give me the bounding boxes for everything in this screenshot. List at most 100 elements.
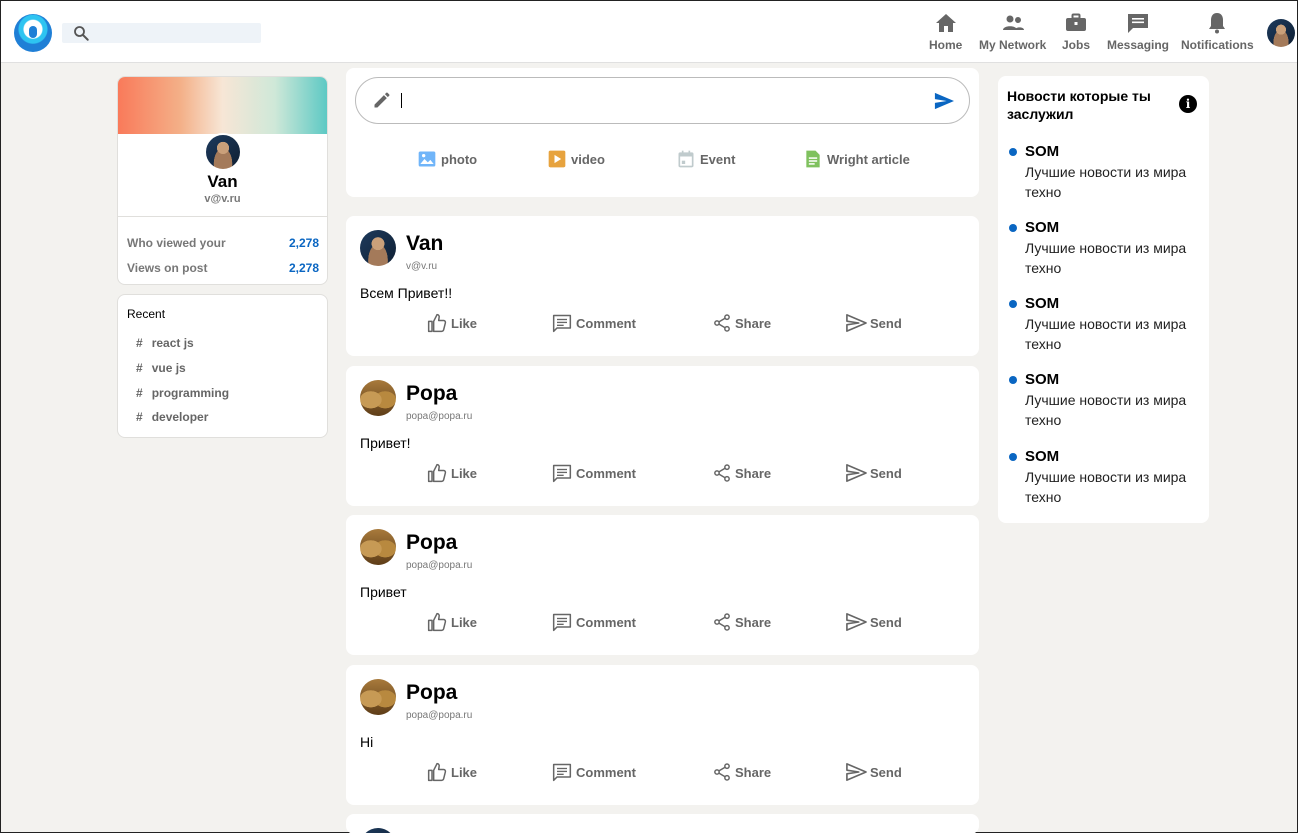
send-button[interactable]: Send — [845, 313, 902, 333]
nav-jobs[interactable]: Jobs — [1062, 11, 1090, 55]
send-icon — [846, 464, 867, 482]
comment-icon — [552, 464, 572, 483]
news-item-subtitle: Лучшие новости из мира техно — [1025, 469, 1187, 505]
nav-notifications-label: Notifications — [1181, 38, 1254, 52]
share-button[interactable]: Share — [712, 463, 771, 483]
stat-views-on-post[interactable]: Views on post 2,278 — [127, 261, 319, 275]
stat-value: 2,278 — [288, 236, 319, 250]
hash-icon: # — [136, 410, 143, 424]
recent-card: Recent # react js # vue js # programming # d… — [117, 294, 328, 438]
me-avatar[interactable] — [1267, 19, 1295, 47]
post-avatar[interactable] — [360, 828, 396, 833]
post-author-email: popa@popa.ru — [406, 560, 473, 571]
send-label: Send — [870, 465, 902, 481]
stat-who-viewed[interactable]: Who viewed your 2,278 — [127, 236, 319, 250]
like-label: Like — [451, 315, 478, 331]
post-avatar[interactable] — [360, 380, 396, 416]
post-text: Привет! — [360, 435, 411, 451]
comment-button[interactable]: Comment — [551, 313, 636, 333]
send-button[interactable]: Send — [845, 463, 902, 483]
write-article-label: Wright article — [827, 151, 910, 167]
comment-label: Comment — [576, 465, 636, 481]
post-card: Popa popa@popa.ru Привет! Like Comment S… — [346, 366, 979, 506]
send-label: Send — [870, 315, 902, 331]
recent-item[interactable]: # react js — [136, 336, 194, 350]
share-button[interactable]: Share — [712, 612, 771, 632]
profile-divider — [118, 216, 327, 217]
recent-item-label: developer — [151, 410, 209, 424]
add-video-button[interactable]: video — [547, 149, 605, 169]
text-caret — [401, 93, 402, 108]
comment-icon — [552, 613, 572, 632]
write-article-button[interactable]: Wright article — [803, 149, 910, 169]
nav-my-network[interactable]: My Network — [979, 11, 1046, 55]
profile-email: v@v.ru — [204, 193, 241, 205]
nav-jobs-label: Jobs — [1062, 38, 1091, 52]
add-event-button[interactable]: Event — [676, 149, 735, 169]
add-event-label: Event — [700, 151, 736, 167]
comment-button[interactable]: Comment — [551, 612, 636, 632]
post-card: Van v@v.ru Всем Привет!! Like Comment Sh… — [346, 216, 979, 356]
share-label: Share — [735, 315, 772, 331]
nav-home[interactable]: Home — [929, 11, 962, 55]
send-button[interactable]: Send — [845, 612, 902, 632]
recent-item[interactable]: # vue js — [136, 361, 186, 375]
info-icon[interactable]: i — [1179, 95, 1197, 113]
home-icon — [935, 14, 956, 32]
send-icon[interactable] — [933, 91, 955, 111]
post-composer: photo video Event Wright article — [346, 68, 979, 197]
send-button[interactable]: Send — [845, 762, 902, 782]
recent-item[interactable]: # developer — [136, 410, 208, 424]
like-button[interactable]: Like — [426, 762, 477, 782]
like-label: Like — [451, 465, 478, 481]
post-author-name[interactable]: Popa — [406, 681, 457, 705]
like-button[interactable]: Like — [426, 612, 477, 632]
like-button[interactable]: Like — [426, 313, 477, 333]
news-item-headline: SOM — [1025, 143, 1060, 160]
recent-item[interactable]: # programming — [136, 386, 229, 400]
stat-label: Who viewed your — [127, 236, 226, 250]
comment-button[interactable]: Comment — [551, 463, 636, 483]
profile-avatar[interactable] — [204, 133, 242, 171]
message-icon — [1128, 14, 1148, 33]
post-text: Hi — [360, 734, 374, 750]
share-button[interactable]: Share — [712, 762, 771, 782]
bullet-icon — [1009, 376, 1017, 384]
hash-icon: # — [136, 386, 143, 400]
calendar-icon — [678, 150, 694, 168]
app-logo[interactable] — [14, 14, 52, 52]
post-avatar[interactable] — [360, 230, 396, 266]
share-label: Share — [735, 614, 772, 630]
share-label: Share — [735, 764, 772, 780]
search-input[interactable] — [62, 23, 261, 43]
post-author-name[interactable]: Popa — [406, 382, 457, 406]
add-photo-button[interactable]: photo — [417, 149, 477, 169]
share-icon — [714, 314, 730, 332]
news-item-subtitle: Лучшие новости из мира техно — [1025, 164, 1187, 200]
share-button[interactable]: Share — [712, 313, 771, 333]
post-author-name[interactable]: Van — [406, 232, 443, 256]
post-avatar[interactable] — [360, 529, 396, 565]
stat-label: Views on post — [127, 261, 208, 275]
pencil-icon — [374, 92, 390, 108]
comment-label: Comment — [576, 315, 636, 331]
post-author-email: v@v.ru — [406, 261, 438, 272]
comment-label: Comment — [576, 614, 636, 630]
photo-icon — [418, 151, 436, 167]
nav-notifications[interactable]: Notifications — [1181, 11, 1254, 55]
top-navbar: Home My Network Jobs Messaging Notificat… — [1, 1, 1297, 63]
comment-button[interactable]: Comment — [551, 762, 636, 782]
comment-icon — [552, 763, 572, 782]
post-input[interactable] — [355, 77, 970, 124]
post-avatar[interactable] — [360, 679, 396, 715]
send-icon — [846, 613, 867, 631]
like-button[interactable]: Like — [426, 463, 477, 483]
news-item-headline: SOM — [1025, 219, 1060, 236]
nav-messaging[interactable]: Messaging — [1107, 11, 1169, 55]
post-author-name[interactable]: Popa — [406, 531, 457, 555]
post-card: Popa popa@popa.ru Привет Like Comment Sh… — [346, 515, 979, 655]
hash-icon: # — [136, 361, 143, 375]
share-icon — [714, 464, 730, 482]
news-item-headline: SOM — [1025, 448, 1060, 465]
comment-label: Comment — [576, 764, 636, 780]
